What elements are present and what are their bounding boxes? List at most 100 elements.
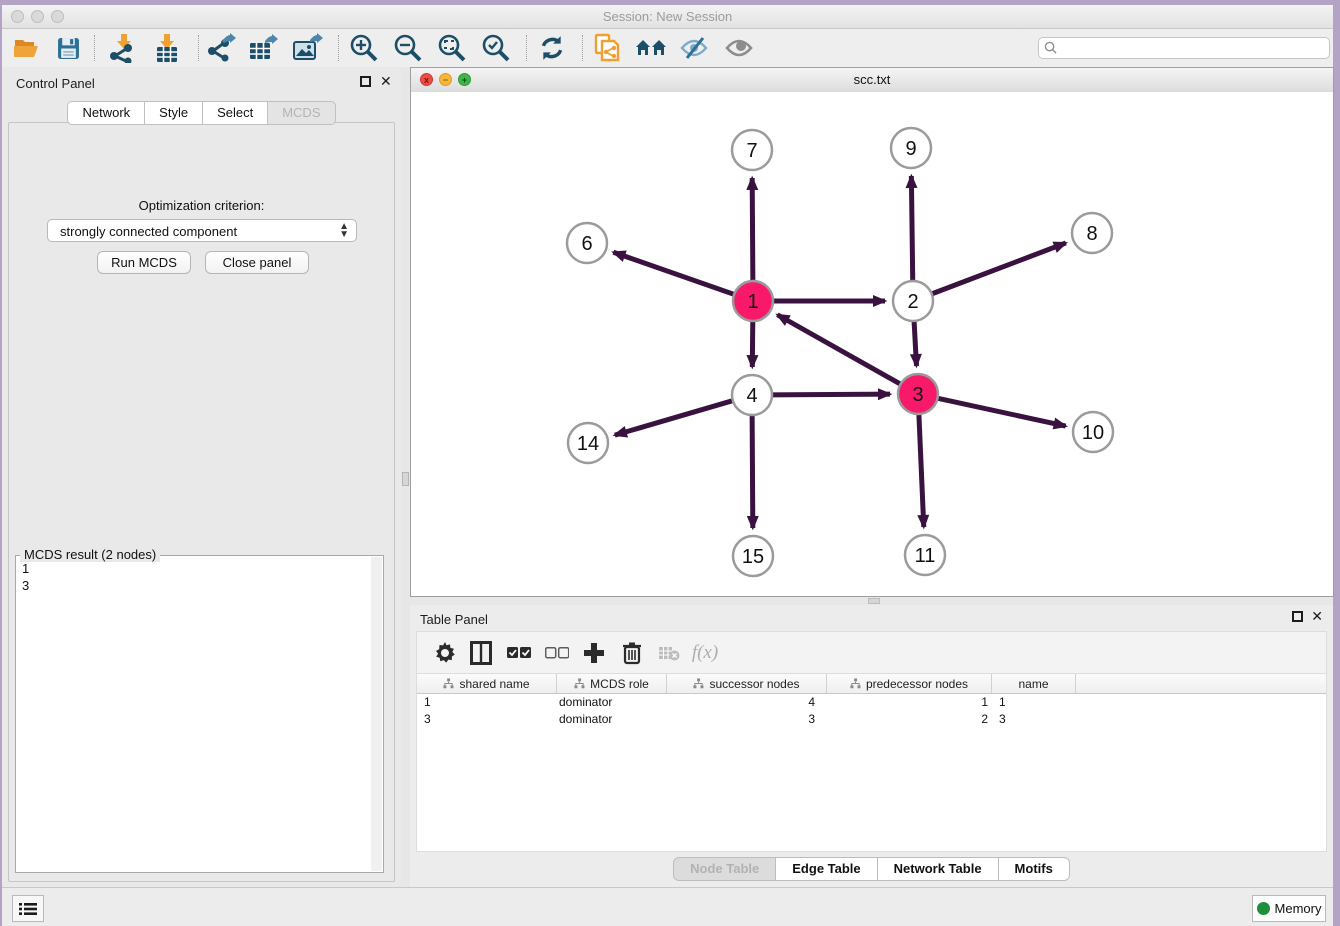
graph-edge-3-10[interactable] xyxy=(936,398,1066,426)
svg-text:11: 11 xyxy=(915,545,936,567)
export-table-button[interactable] xyxy=(247,32,281,64)
criterion-dropdown[interactable]: strongly connected component ▲▼ xyxy=(47,219,357,242)
graph-edge-4-14[interactable] xyxy=(615,400,735,435)
status-menu-button[interactable] xyxy=(12,895,44,922)
refresh-icon xyxy=(539,35,565,61)
tab-motifs[interactable]: Motifs xyxy=(999,857,1070,881)
graph-node-6[interactable]: 6 xyxy=(567,223,607,263)
show-columns-button[interactable] xyxy=(465,637,497,669)
graph-edge-2-3[interactable] xyxy=(914,319,917,366)
zoom-in-button[interactable] xyxy=(347,32,381,64)
graph-node-4[interactable]: 4 xyxy=(732,375,772,415)
criterion-dropdown-value: strongly connected component xyxy=(60,224,237,239)
column-header-predecessor-nodes[interactable]: predecessor nodes xyxy=(827,674,992,693)
float-table-panel-icon[interactable] xyxy=(1292,611,1303,622)
column-header-name[interactable]: name xyxy=(992,674,1076,693)
open-file-button[interactable] xyxy=(9,32,43,64)
graph-node-14[interactable]: 14 xyxy=(568,423,608,463)
result-scrollbar[interactable] xyxy=(371,557,382,871)
cell-successor-nodes[interactable]: 4 xyxy=(667,694,827,711)
search-input[interactable] xyxy=(1061,39,1325,57)
close-panel-icon[interactable]: ✕ xyxy=(380,74,392,88)
first-neighbors-button[interactable] xyxy=(634,32,668,64)
cell-shared-name[interactable]: 3 xyxy=(417,711,557,728)
graph-edge-4-15[interactable] xyxy=(752,413,753,528)
duplicate-network-button[interactable] xyxy=(590,32,624,64)
zoom-out-button[interactable] xyxy=(391,32,425,64)
cell-mcds-role[interactable]: dominator xyxy=(557,694,667,711)
show-all-button[interactable] xyxy=(722,32,756,64)
mcds-result-text[interactable]: 1 3 xyxy=(22,560,29,594)
delete-column-button[interactable] xyxy=(616,637,648,669)
cell-predecessor-nodes[interactable]: 1 xyxy=(827,694,992,711)
tab-edge-table[interactable]: Edge Table xyxy=(776,857,877,881)
graph-node-8[interactable]: 8 xyxy=(1072,213,1112,253)
hide-selected-button[interactable] xyxy=(677,32,711,64)
export-image-button[interactable] xyxy=(291,32,325,64)
column-header-successor-nodes[interactable]: successor nodes xyxy=(667,674,827,693)
tab-network[interactable]: Network xyxy=(67,101,145,125)
splitter-handle[interactable] xyxy=(868,598,880,604)
graph-edge-3-1[interactable] xyxy=(777,315,902,385)
tab-mcds[interactable]: MCDS xyxy=(268,101,335,125)
graph-node-3[interactable]: 3 xyxy=(898,374,938,414)
float-panel-icon[interactable] xyxy=(360,76,371,87)
save-session-button[interactable] xyxy=(51,32,85,64)
horizontal-splitter[interactable] xyxy=(410,597,1333,605)
table-settings-button[interactable] xyxy=(429,637,461,669)
run-mcds-button[interactable]: Run MCDS xyxy=(97,251,191,274)
svg-text:4: 4 xyxy=(746,385,757,407)
graph-edge-1-7[interactable] xyxy=(752,178,753,283)
graph-edge-3-11[interactable] xyxy=(919,412,924,527)
import-table-button[interactable] xyxy=(150,32,184,64)
deselect-all-button[interactable] xyxy=(541,637,573,669)
tab-style[interactable]: Style xyxy=(145,101,203,125)
graph-edge-1-6[interactable] xyxy=(613,252,736,295)
memory-button[interactable]: Memory xyxy=(1252,895,1326,922)
graph-edge-4-3[interactable] xyxy=(770,394,890,395)
cell-shared-name[interactable]: 1 xyxy=(417,694,557,711)
export-image-icon xyxy=(293,33,323,63)
graph-node-9[interactable]: 9 xyxy=(891,128,931,168)
cell-name[interactable]: 3 xyxy=(992,711,1076,728)
cell-name[interactable]: 1 xyxy=(992,694,1076,711)
splitter-handle[interactable] xyxy=(402,472,409,486)
select-all-button[interactable] xyxy=(503,637,535,669)
tab-network-table[interactable]: Network Table xyxy=(878,857,999,881)
graph-node-10[interactable]: 10 xyxy=(1073,412,1113,452)
gear-icon xyxy=(434,642,456,664)
tab-select[interactable]: Select xyxy=(203,101,268,125)
cell-predecessor-nodes[interactable]: 2 xyxy=(827,711,992,728)
network-window-titlebar[interactable]: x − + scc.txt xyxy=(411,68,1333,93)
zoom-fit-button[interactable] xyxy=(435,32,469,64)
refresh-button[interactable] xyxy=(535,32,569,64)
export-network-button[interactable] xyxy=(205,32,239,64)
column-header-shared-name[interactable]: shared name xyxy=(417,674,557,693)
graph-node-1[interactable]: 1 xyxy=(733,281,773,321)
zoom-selected-button[interactable] xyxy=(479,32,513,64)
table-row[interactable]: 1 dominator 4 1 1 xyxy=(417,694,1326,711)
function-builder-button[interactable]: f(x) xyxy=(689,637,721,669)
graph-edge-2-9[interactable] xyxy=(911,176,912,283)
eye-icon xyxy=(724,36,754,60)
search-field[interactable] xyxy=(1038,37,1330,59)
graph-node-15[interactable]: 15 xyxy=(733,536,773,576)
import-network-button[interactable] xyxy=(106,32,140,64)
close-panel-button[interactable]: Close panel xyxy=(205,251,309,274)
graph-node-11[interactable]: 11 xyxy=(905,535,945,575)
graph-node-7[interactable]: 7 xyxy=(732,130,772,170)
column-header-mcds-role[interactable]: MCDS role xyxy=(557,674,667,693)
checked-boxes-icon xyxy=(507,646,531,660)
cell-successor-nodes[interactable]: 3 xyxy=(667,711,827,728)
add-column-button[interactable] xyxy=(578,637,610,669)
delete-table-button[interactable] xyxy=(653,637,685,669)
network-graph[interactable]: 7 9 6 8 1 2 4 3 14 10 15 11 xyxy=(411,92,1333,596)
table-row[interactable]: 3 dominator 3 2 3 xyxy=(417,711,1326,728)
graph-edge-2-8[interactable] xyxy=(930,243,1066,295)
vertical-splitter[interactable] xyxy=(401,67,410,888)
tab-node-table[interactable]: Node Table xyxy=(673,857,776,881)
cell-mcds-role[interactable]: dominator xyxy=(557,711,667,728)
graph-edge-1-4[interactable] xyxy=(752,319,753,367)
graph-node-2[interactable]: 2 xyxy=(893,281,933,321)
close-table-panel-icon[interactable]: ✕ xyxy=(1311,609,1323,623)
